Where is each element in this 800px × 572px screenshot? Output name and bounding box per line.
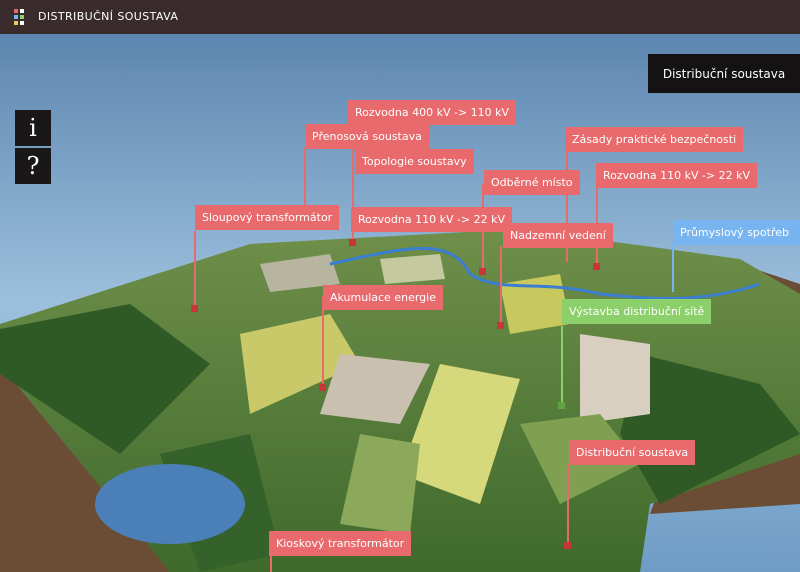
hotspot-odberne-misto[interactable]: Odběrné místo — [484, 170, 580, 195]
hotspot-pin[interactable] — [564, 542, 571, 549]
hotspot-nadzemni-vedeni[interactable]: Nadzemní vedení — [503, 223, 613, 248]
app-logo-icon — [14, 9, 30, 25]
hotspot-pin[interactable] — [349, 239, 356, 246]
app-title: DISTRIBUČNÍ SOUSTAVA — [38, 10, 179, 23]
hotspot-stem — [672, 242, 674, 292]
hotspot-vystavba-distribucni-site[interactable]: Výstavba distribuční sítě — [562, 299, 712, 324]
app-header: DISTRIBUČNÍ SOUSTAVA — [0, 0, 800, 34]
hotspot-stem — [500, 246, 502, 326]
hotspot-zasady-bezpecnosti[interactable]: Zásady praktické bezpečnosti — [565, 127, 744, 152]
hotspot-pin[interactable] — [497, 322, 504, 329]
hotspot-akumulace-energie[interactable]: Akumulace energie — [323, 285, 443, 310]
hotspot-pin[interactable] — [558, 402, 565, 409]
hotspot-stem — [561, 326, 563, 406]
hotspot-pin[interactable] — [319, 384, 326, 391]
hotspot-rozvodna-400-110[interactable]: Rozvodna 400 kV -> 110 kV — [348, 100, 517, 125]
info-button[interactable]: i — [15, 110, 51, 146]
hotspot-pin[interactable] — [479, 268, 486, 275]
hotspot-kioskovy-transformator[interactable]: Kioskový transformátor — [269, 531, 412, 556]
hotspot-stem — [194, 231, 196, 311]
help-button[interactable]: ? — [15, 148, 51, 184]
hotspot-rozvodna-110-22-left[interactable]: Rozvodna 110 kV -> 22 kV — [351, 207, 513, 232]
hotspot-pin[interactable] — [593, 263, 600, 270]
hotspot-stem — [304, 148, 306, 210]
hotspot-topologie-soustavy[interactable]: Topologie soustavy — [355, 149, 474, 174]
hotspot-rozvodna-110-22-right[interactable]: Rozvodna 110 kV -> 22 kV — [596, 163, 758, 188]
hotspot-sloupovy-transformator[interactable]: Sloupový transformátor — [195, 205, 340, 230]
panel-title: Distribuční soustava — [648, 54, 800, 93]
hotspot-pin[interactable] — [191, 305, 198, 312]
hotspot-distribucni-soustava[interactable]: Distribuční soustava — [569, 440, 696, 465]
hotspot-prumyslovy-spotrebitel[interactable]: Průmyslový spotřeb — [673, 220, 800, 245]
terrain-scene[interactable]: i ? Distribuční soustava Rozvodna 400 kV… — [0, 34, 800, 572]
hotspot-stem — [270, 555, 272, 572]
hotspot-stem — [567, 464, 569, 546]
hotspot-prenosova-soustava[interactable]: Přenosová soustava — [305, 124, 429, 149]
